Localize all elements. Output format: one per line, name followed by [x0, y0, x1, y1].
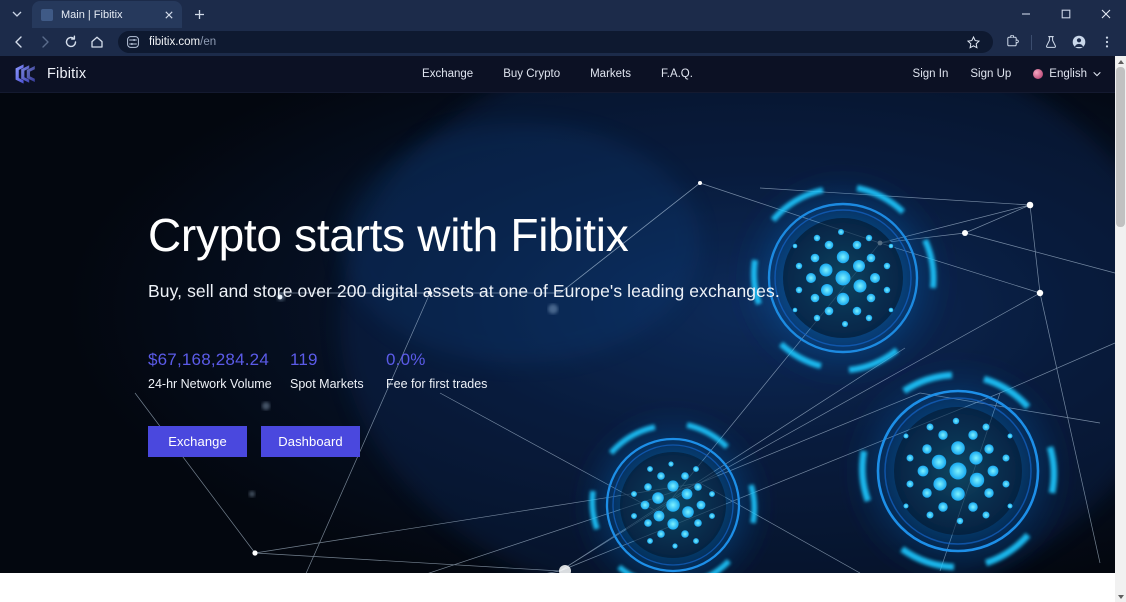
- dashboard-button[interactable]: Dashboard: [261, 426, 360, 458]
- tab-favicon-icon: [41, 8, 53, 21]
- site-header: Fibitix Exchange Buy Crypto Markets F.A.…: [0, 56, 1115, 93]
- stat-network-volume: $67,168,284.24 24-hr Network Volume: [148, 350, 290, 391]
- reload-icon[interactable]: [58, 29, 84, 55]
- nav-item-buy-crypto[interactable]: Buy Crypto: [503, 68, 560, 80]
- site-settings-icon[interactable]: [125, 35, 140, 50]
- stat-value: 119: [290, 350, 318, 370]
- fibitix-logo-icon: [15, 64, 35, 84]
- page-scrollbar[interactable]: [1115, 56, 1126, 602]
- page-viewport: Fibitix Exchange Buy Crypto Markets F.A.…: [0, 56, 1126, 602]
- stat-value: $67,168,284.24: [148, 350, 269, 370]
- home-icon[interactable]: [84, 29, 110, 55]
- address-bar[interactable]: fibitix.com/en: [118, 31, 993, 53]
- hero-cta-row: Exchange Dashboard: [148, 426, 1115, 458]
- language-selector[interactable]: English: [1033, 68, 1101, 80]
- browser-toolbar: fibitix.com/en: [0, 28, 1126, 56]
- sign-in-link[interactable]: Sign In: [913, 68, 949, 80]
- nav-item-faq[interactable]: F.A.Q.: [661, 68, 693, 80]
- minimize-icon[interactable]: [1006, 0, 1046, 28]
- language-label: English: [1049, 68, 1087, 80]
- scroll-up-arrow-icon[interactable]: [1115, 56, 1126, 67]
- browser-tab[interactable]: Main | Fibitix: [32, 1, 182, 28]
- hero-content: Crypto starts with Fibitix Buy, sell and…: [0, 93, 1115, 458]
- extensions-icon[interactable]: [999, 29, 1025, 55]
- new-tab-button[interactable]: [186, 1, 212, 27]
- globe-icon: [1033, 69, 1044, 79]
- forward-icon[interactable]: [32, 29, 58, 55]
- stat-spot-markets: 119 Spot Markets: [290, 350, 386, 391]
- scrollbar-thumb[interactable]: [1116, 67, 1125, 227]
- back-icon[interactable]: [6, 29, 32, 55]
- experiments-flask-icon[interactable]: [1038, 29, 1064, 55]
- tab-title: Main | Fibitix: [61, 8, 123, 21]
- stat-value: 0.0%: [386, 350, 426, 370]
- header-right: Sign In Sign Up English: [913, 68, 1101, 80]
- web-page: Fibitix Exchange Buy Crypto Markets F.A.…: [0, 56, 1115, 602]
- tab-search-icon[interactable]: [4, 1, 30, 27]
- sign-up-link[interactable]: Sign Up: [970, 68, 1011, 80]
- browser-menu-icon[interactable]: [1094, 29, 1120, 55]
- scroll-down-arrow-icon[interactable]: [1115, 591, 1126, 602]
- profile-avatar-icon[interactable]: [1066, 29, 1092, 55]
- window-controls: [1006, 0, 1126, 28]
- url-path: /en: [200, 36, 217, 48]
- stat-label: 24-hr Network Volume: [148, 377, 272, 392]
- tab-close-icon[interactable]: [161, 7, 176, 22]
- toolbar-divider: [1031, 34, 1032, 50]
- url-domain: fibitix.com: [149, 36, 201, 48]
- brand-name: Fibitix: [47, 66, 87, 82]
- chevron-down-icon: [1093, 72, 1101, 77]
- hero-subtitle: Buy, sell and store over 200 digital ass…: [148, 281, 780, 302]
- address-url: fibitix.com/en: [149, 36, 216, 48]
- nav-item-markets[interactable]: Markets: [590, 68, 631, 80]
- stat-fee: 0.0% Fee for first trades: [386, 350, 487, 391]
- browser-window: Main | Fibitix fibitix.com/en Fibitix Ex…: [0, 0, 1126, 602]
- stat-label: Spot Markets: [290, 377, 364, 392]
- maximize-icon[interactable]: [1046, 0, 1086, 28]
- close-icon[interactable]: [1086, 0, 1126, 28]
- bookmark-star-icon[interactable]: [963, 32, 983, 52]
- hero-title: Crypto starts with Fibitix: [148, 209, 629, 261]
- tab-strip: Main | Fibitix: [0, 0, 1126, 28]
- toolbar-actions: [999, 29, 1120, 55]
- stat-label: Fee for first trades: [386, 377, 488, 392]
- hero-stats: $67,168,284.24 24-hr Network Volume 119 …: [148, 350, 1115, 391]
- exchange-button[interactable]: Exchange: [148, 426, 247, 458]
- nav-item-exchange[interactable]: Exchange: [422, 68, 473, 80]
- hero-section: Crypto starts with Fibitix Buy, sell and…: [0, 93, 1115, 573]
- brand[interactable]: Fibitix: [14, 63, 86, 85]
